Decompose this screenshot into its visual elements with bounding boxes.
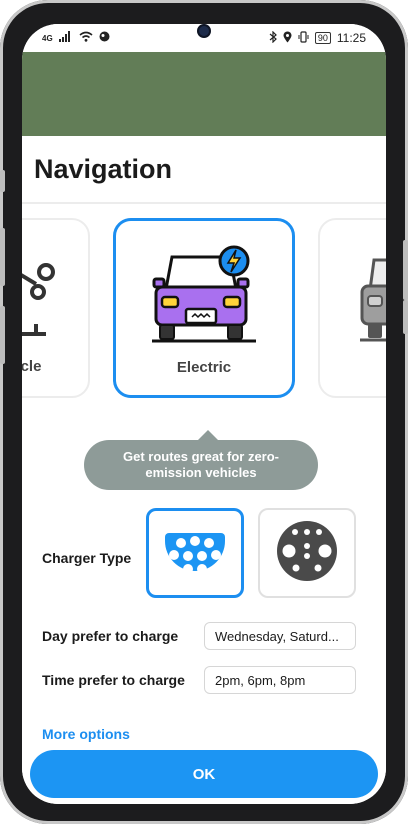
more-options-link[interactable]: More options	[42, 726, 130, 742]
charger-option-type2[interactable]	[146, 508, 244, 598]
ok-button[interactable]: OK	[30, 750, 378, 798]
side-button	[403, 300, 408, 334]
day-prefer-field[interactable]: Wednesday, Saturd...	[204, 622, 356, 650]
sheet-title: Navigation	[34, 154, 173, 184]
side-button	[0, 170, 5, 192]
status-time: 11:25	[336, 31, 366, 45]
phone-frame: 4G 90 11:25 Navigation cle Electric Get …	[0, 0, 408, 824]
front-camera	[199, 26, 209, 36]
electric-car-icon	[152, 245, 256, 350]
tooltip-arrow	[198, 430, 218, 440]
network-type-label: 4G	[42, 33, 53, 43]
charger-type-label: Charger Type	[42, 550, 132, 566]
wifi-icon	[79, 31, 93, 45]
screen: 4G 90 11:25 Navigation cle Electric Get …	[22, 24, 386, 804]
status-right: 90 11:25	[269, 30, 366, 46]
side-button	[403, 240, 408, 300]
side-button	[0, 306, 5, 364]
signal-icon	[58, 31, 73, 45]
location-icon	[283, 31, 292, 46]
ccs-connector-icon	[274, 518, 340, 589]
hybrid-car-icon	[360, 250, 386, 351]
bluetooth-icon	[269, 30, 277, 46]
vehicle-card-label: Electric	[176, 359, 232, 376]
title-divider	[22, 202, 386, 204]
side-button	[0, 228, 5, 286]
battery-indicator: 90	[314, 32, 331, 44]
time-prefer-field[interactable]: 2pm, 6pm, 8pm	[204, 666, 356, 694]
time-prefer-label: Time prefer to charge	[42, 672, 185, 688]
globe-icon	[99, 31, 110, 45]
vehicle-card-electric[interactable]: Electric	[113, 218, 295, 398]
navigation-bottom-sheet: Navigation cle Electric Get routes great…	[22, 136, 386, 804]
status-left: 4G	[42, 31, 110, 45]
vibrate-icon	[298, 30, 309, 46]
vehicle-card-standard[interactable]: cle	[22, 218, 90, 398]
vehicle-card-label: cle	[22, 358, 42, 375]
status-bar: 4G 90 11:25	[22, 24, 386, 52]
day-prefer-label: Day prefer to charge	[42, 628, 179, 644]
car-conversion-icon	[22, 242, 66, 342]
charger-option-ccs[interactable]	[258, 508, 356, 598]
vehicle-card-next[interactable]	[318, 218, 386, 398]
type2-connector-icon	[159, 519, 231, 588]
vehicle-tooltip: Get routes great for zero-emission vehic…	[84, 440, 318, 490]
